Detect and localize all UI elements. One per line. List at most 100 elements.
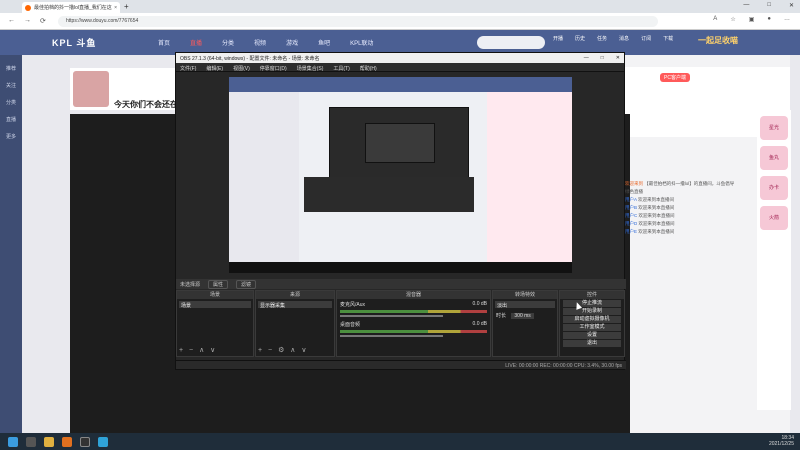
task-view-icon[interactable] <box>26 436 36 447</box>
chat-user[interactable]: 用户A <box>625 197 637 202</box>
obs-menu-item-6[interactable]: 帮助(H) <box>360 65 377 72</box>
control-button-5[interactable]: 退出 <box>563 340 621 347</box>
top-icon-5[interactable]: 下载 <box>663 35 673 42</box>
obs-minimize-button[interactable]: — <box>584 55 589 61</box>
control-button-4[interactable]: 设置 <box>563 332 621 339</box>
nav-link-4[interactable]: 游戏 <box>286 38 298 47</box>
close-window-button[interactable]: ✕ <box>789 2 794 9</box>
system-clock[interactable]: 18:34 2021/12/25 <box>769 435 794 447</box>
capture-nested-obs-2 <box>365 123 435 163</box>
filters-button[interactable]: 滤镜 <box>236 279 257 289</box>
obs-menu-item-2[interactable]: 视图(V) <box>233 65 250 72</box>
no-source-label: 未选择源 <box>180 281 201 288</box>
top-banner-text[interactable]: 一起足收喵 <box>698 35 738 46</box>
site-nav-links: 首页 直播 分类 视频 游戏 鱼吧 KPL联动 <box>158 38 373 47</box>
obs-docks: 场景 场景 + − ∧ ∨ 来源 显示器采集 + − ⚙ ∧ ∨ 混音器 麦克风… <box>176 290 626 357</box>
nav-link-3[interactable]: 视频 <box>254 38 266 47</box>
chat-user[interactable]: 用户C <box>625 213 637 218</box>
mic-volume-slider[interactable] <box>340 315 443 317</box>
back-icon[interactable]: ← <box>8 17 15 24</box>
controls-dock: 控件 停止推流 开始录制 启动虚拟摄像机 工作室模式 设置 退出 <box>559 290 625 357</box>
top-icon-1[interactable]: 历史 <box>575 35 585 42</box>
explorer-icon[interactable] <box>44 436 54 447</box>
app-icon[interactable] <box>62 436 72 447</box>
nav-link-2[interactable]: 分类 <box>222 38 234 47</box>
scenes-dock: 场景 场景 + − ∧ ∨ <box>176 290 254 357</box>
site-search-input[interactable] <box>477 36 545 49</box>
sidebar-item-1[interactable]: 关注 <box>0 82 22 89</box>
capture-nav-bar <box>229 77 572 92</box>
chat-message: 用户A 欢迎来到本直播间 <box>625 196 735 204</box>
gift-card-1[interactable]: 鱼丸 <box>760 146 788 170</box>
chat-user[interactable]: 用户E <box>625 229 637 234</box>
desktop-volume-slider[interactable] <box>340 335 443 337</box>
obs-preview[interactable] <box>229 77 572 273</box>
browser-tab[interactable]: 最佳拍档的抖一撸lol直播_我们在这 × <box>22 2 120 13</box>
menu-icon[interactable]: … <box>784 16 790 23</box>
control-button-3[interactable]: 工作室模式 <box>563 324 621 331</box>
sidebar-item-4[interactable]: 更多 <box>0 133 22 140</box>
obs-menu-item-5[interactable]: 工具(T) <box>333 65 349 72</box>
desktop-track-name: 桌面音频 <box>340 322 361 328</box>
favorite-icon[interactable]: ☆ <box>730 16 735 23</box>
source-item[interactable]: 显示器采集 <box>258 301 332 309</box>
control-button-2[interactable]: 启动虚拟摄像机 <box>563 316 621 323</box>
gift-card-0[interactable]: 星光 <box>760 116 788 140</box>
sidebar-item-0[interactable]: 推荐 <box>0 65 22 72</box>
sources-dock: 来源 显示器采集 + − ⚙ ∧ ∨ <box>255 290 335 357</box>
control-button-1[interactable]: 开始录制 <box>563 308 621 315</box>
edge-icon[interactable] <box>98 436 108 447</box>
minimize-button[interactable]: — <box>743 2 749 9</box>
new-tab-button[interactable]: + <box>124 2 129 11</box>
reload-icon[interactable]: ⟳ <box>40 17 46 25</box>
top-icon-4[interactable]: 订阅 <box>641 35 651 42</box>
obs-menu-item-0[interactable]: 文件(F) <box>180 65 196 72</box>
tab-close-icon[interactable]: × <box>114 5 117 11</box>
obs-menu-item-4[interactable]: 场景集合(S) <box>297 65 324 72</box>
obs-menu-item-3[interactable]: 停靠窗口(D) <box>260 65 287 72</box>
chat-user[interactable]: 用户D <box>625 221 637 226</box>
obs-menu-item-1[interactable]: 编辑(E) <box>206 65 223 72</box>
obs-close-button[interactable]: ✕ <box>616 55 620 61</box>
start-icon[interactable] <box>8 436 18 447</box>
scene-controls[interactable]: + − ∧ ∨ <box>179 346 217 354</box>
obs-taskbar-icon[interactable] <box>80 436 90 447</box>
streamer-avatar[interactable] <box>73 71 109 107</box>
transitions-dock: 转场特效 淡出 时长 300 ms <box>492 290 558 357</box>
site-logo[interactable]: KPL 斗鱼 <box>52 36 96 49</box>
scene-item[interactable]: 场景 <box>179 301 251 309</box>
nav-link-6[interactable]: KPL联动 <box>350 38 373 47</box>
sidebar-item-3[interactable]: 直播 <box>0 116 22 123</box>
pc-client-button[interactable]: PC客户端 <box>660 73 690 82</box>
read-aloud-icon[interactable]: A <box>713 16 717 23</box>
capture-nested-obs <box>329 107 469 187</box>
obs-maximize-button[interactable]: □ <box>601 55 604 61</box>
transitions-header: 转场特效 <box>493 291 557 299</box>
top-icon-0[interactable]: 开播 <box>553 35 563 42</box>
nav-link-5[interactable]: 鱼吧 <box>318 38 330 47</box>
top-icon-2[interactable]: 任务 <box>597 35 607 42</box>
nav-link-0[interactable]: 首页 <box>158 38 170 47</box>
top-icon-3[interactable]: 消息 <box>619 35 629 42</box>
properties-button[interactable]: 属性 <box>208 279 229 289</box>
collections-icon[interactable]: ▣ <box>749 16 755 23</box>
control-button-0[interactable]: 停止推流 <box>563 300 621 307</box>
mic-track-name: 麦克风/Aux <box>340 302 366 308</box>
forward-icon[interactable]: → <box>24 17 31 24</box>
transition-select[interactable]: 淡出 <box>495 301 555 309</box>
capture-nested-docks <box>304 177 474 212</box>
desktop-meter <box>340 330 487 333</box>
chat-user[interactable]: 欢迎来到 <box>625 181 643 186</box>
duration-input[interactable]: 300 ms <box>511 313 534 319</box>
nav-link-1[interactable]: 直播 <box>190 38 202 47</box>
capture-right-area <box>487 92 572 262</box>
url-field[interactable]: https://www.douyu.com/7767654 <box>58 16 658 27</box>
gift-card-2[interactable]: 办卡 <box>760 176 788 200</box>
chat-user[interactable]: 用户B <box>625 205 637 210</box>
gift-card-3[interactable]: 火箭 <box>760 206 788 230</box>
maximize-button[interactable]: □ <box>767 2 771 9</box>
mixer-dock: 混音器 麦克风/Aux 0.0 dB 桌面音频 0.0 dB <box>336 290 491 357</box>
sidebar-item-2[interactable]: 分类 <box>0 99 22 106</box>
source-controls[interactable]: + − ⚙ ∧ ∨ <box>258 346 308 354</box>
profile-icon[interactable]: ● <box>767 16 771 23</box>
